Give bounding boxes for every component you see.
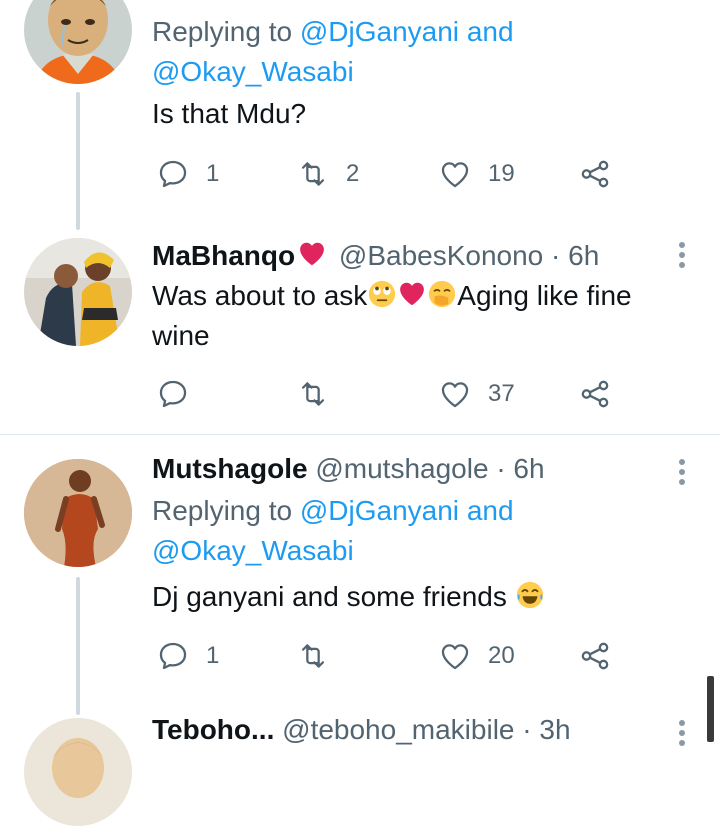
avatar[interactable] [24,459,132,567]
retweet-icon [301,162,325,186]
display-name[interactable]: Teboho... [152,714,274,745]
mention-link[interactable]: @DjGanyani [300,16,459,47]
reply-bubble-icon [159,160,187,188]
more-dot [679,479,685,485]
timestamp[interactable]: 6h [513,453,544,484]
tears-of-joy-emoji-icon [516,581,543,609]
mention-link[interactable]: @Okay_Wasabi [152,56,354,87]
separator-dot: · [522,714,532,745]
thread-line [76,92,80,230]
display-name[interactable]: Mutshagole [152,453,308,484]
timestamp[interactable]: 6h [568,240,599,271]
retweet-icon [301,644,325,668]
tweet-text-part: Was about to ask [152,280,368,311]
red-heart-emoji-icon [300,242,324,266]
like-count: 19 [488,160,515,187]
scrollbar-thumb[interactable] [707,676,714,742]
replying-to-label: Replying to [152,495,293,526]
tweet-header: Mutshagole @mutshagole · 6h [152,449,692,489]
reply-count: 1 [206,642,220,669]
and-text: and [466,495,514,526]
avatar-cartoon-portrait [24,0,132,84]
heart-outline-icon [441,644,469,670]
retweet-button[interactable]: 2 [296,154,359,194]
reply-button[interactable]: 1 [156,636,219,676]
more-vertical-icon [679,459,685,465]
more-options-button[interactable] [674,457,690,487]
avatar-photo [24,459,132,567]
reply-bubble-icon [159,642,187,670]
tweet-text-part: Dj ganyani and some friends [152,581,507,612]
user-handle[interactable]: @teboho_makibile [282,714,514,745]
avatar[interactable] [24,0,132,84]
tweet-text: Is that Mdu? [152,98,307,129]
share-icon [581,380,609,408]
retweet-button[interactable] [296,374,346,414]
avatar-photo [24,718,132,826]
reply-count: 1 [206,160,220,187]
retweet-count: 2 [346,160,360,187]
mention-link[interactable]: @Okay_Wasabi [152,535,354,566]
replying-to: Replying to @DjGanyani and @Okay_Wasabi [152,491,692,571]
more-options-button[interactable] [674,240,690,270]
reply-button[interactable]: 1 [156,154,219,194]
tweet-1[interactable]: Replying to @DjGanyani and @Okay_Wasabi … [0,0,720,230]
more-dot [679,252,685,258]
avatar[interactable] [24,718,132,826]
separator-dot: · [496,453,506,484]
like-count: 37 [488,380,515,407]
and-text: and [466,16,514,47]
share-button[interactable] [578,154,612,194]
more-dot [679,740,685,746]
more-vertical-icon [679,720,685,726]
tweet-actions: 1 2 19 [152,154,692,194]
thread-line [76,577,80,715]
like-button[interactable]: 19 [438,154,515,194]
hand-over-mouth-emoji-icon [429,280,456,308]
tweet-3[interactable]: Mutshagole @mutshagole · 6h Replying to … [0,435,720,715]
mention-link[interactable]: @DjGanyani [300,495,459,526]
tweet-header: Teboho... @teboho_makibile · 3h [152,710,692,750]
tweet-text: Dj ganyani and some friends [152,577,692,617]
tweet-actions: 37 [152,374,692,414]
tweet-2[interactable]: MaBhanqo @BabesKonono · 6h Was about to … [0,220,720,434]
tweet-actions: 1 20 [152,636,692,676]
reply-button[interactable] [156,374,206,414]
eye-roll-emoji-icon [369,280,396,308]
reply-bubble-icon [159,380,187,408]
avatar[interactable] [24,238,132,346]
replying-to: Replying to @DjGanyani and @Okay_Wasabi [152,12,692,92]
timestamp[interactable]: 3h [539,714,570,745]
share-button[interactable] [578,636,612,676]
like-button[interactable]: 37 [438,374,515,414]
red-heart-emoji-icon [400,282,425,306]
user-handle[interactable]: @mutshagole [315,453,488,484]
share-button[interactable] [578,374,612,414]
more-dot [679,730,685,736]
replying-to-label: Replying to [152,16,293,47]
heart-outline-icon [441,382,469,408]
more-dot [679,262,685,268]
user-handle[interactable]: @BabesKonono [339,240,543,271]
separator-dot: · [551,240,561,271]
tweet-header: MaBhanqo @BabesKonono · 6h [152,236,692,276]
heart-outline-icon [441,162,469,188]
tweet-4[interactable]: Teboho... @teboho_makibile · 3h [0,700,720,826]
more-dot [679,469,685,475]
more-options-button[interactable] [674,718,690,748]
tweet-text: Was about to ask Aging like fine wine [152,276,692,356]
like-button[interactable]: 20 [438,636,515,676]
more-vertical-icon [679,242,685,248]
display-name[interactable]: MaBhanqo [152,240,295,271]
retweet-button[interactable] [296,636,346,676]
share-icon [581,642,609,670]
avatar-photo [24,238,132,346]
share-icon [581,160,609,188]
retweet-icon [301,382,325,406]
like-count: 20 [488,642,515,669]
